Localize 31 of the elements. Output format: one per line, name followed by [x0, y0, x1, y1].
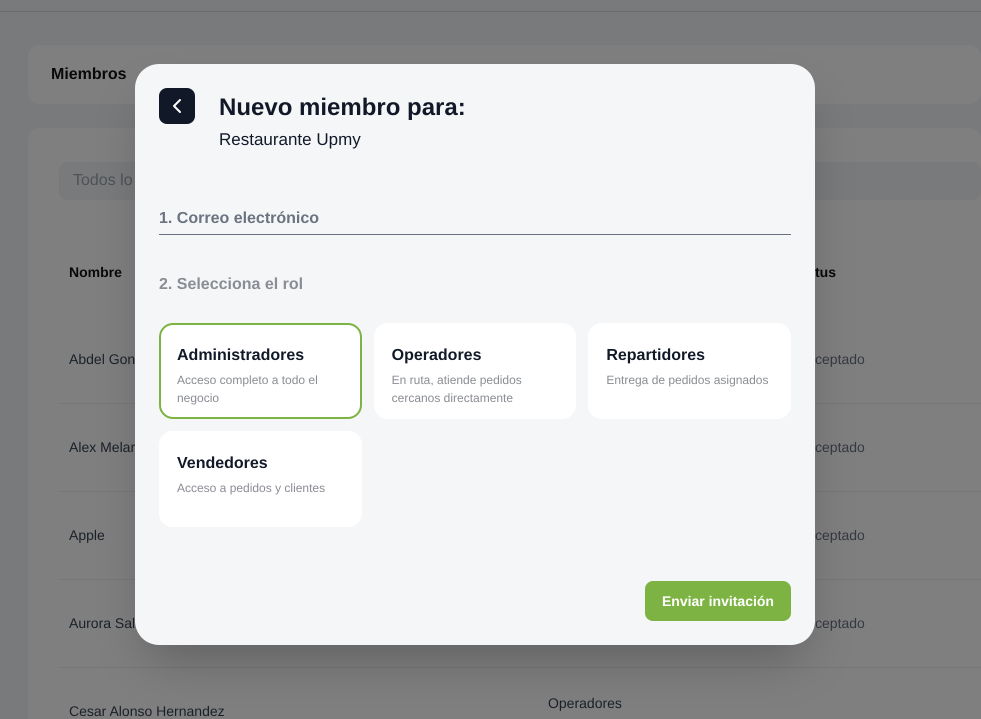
member-status: ceptado [815, 350, 865, 369]
role-description: Entrega de pedidos asignados [606, 372, 770, 388]
member-name: Alex Melar [69, 439, 136, 455]
column-header: tus [815, 263, 836, 282]
member-role: Operadores [548, 695, 622, 711]
email-field[interactable]: 1. Correo electrónico [159, 204, 791, 234]
role-name: Operadores [392, 346, 482, 366]
role-description: En ruta, atiende pedidos cercanos directamente [392, 372, 523, 406]
role-name: Administradores [177, 346, 306, 366]
member-name: Apple [69, 527, 105, 543]
role-card[interactable]: Vendedores Acceso a pedidos y clientes [159, 430, 362, 526]
member-status: ceptado [815, 526, 865, 545]
role-description: Acceso completo a todo el negocio [177, 372, 319, 406]
member-status: ceptado [815, 614, 865, 633]
role-card[interactable]: Administradores Acceso completo a todo el negocio [159, 322, 362, 418]
role-description: Acceso a pedidos y clientes [177, 480, 326, 496]
role-name: Repartidores [606, 346, 706, 366]
back-button[interactable] [159, 88, 195, 124]
member-name: Cesar Alonso Hernandez [69, 703, 225, 719]
member-name: Abdel Gon [69, 351, 136, 367]
dialog-subtitle: Restaurante Upmy [219, 129, 362, 151]
role-card[interactable]: Repartidores Entrega de pedidos asignados [588, 322, 791, 418]
page-title: Miembros [51, 64, 127, 84]
member-name: Aurora Sal [69, 615, 136, 631]
column-header: Nombre [69, 263, 123, 282]
member-status: ceptado [815, 438, 865, 457]
role-name: Vendedores [177, 454, 269, 474]
chevron-left-icon [172, 98, 182, 114]
role-card[interactable]: Operadores En ruta, atiende pedidos cercanos directamente [374, 322, 576, 418]
dialog-title: Nuevo miembro para: [219, 93, 466, 123]
role-heading: 2. Selecciona el rol [159, 274, 304, 294]
